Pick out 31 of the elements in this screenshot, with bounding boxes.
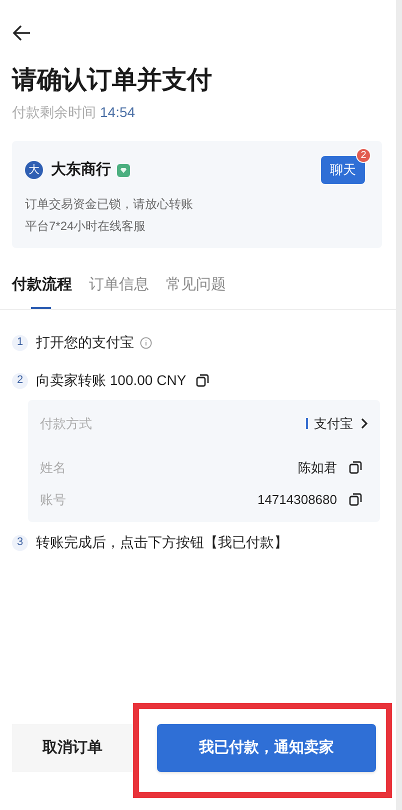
tab[interactable]: 付款流程 <box>12 274 72 308</box>
step-number: 3 <box>12 534 28 550</box>
tab[interactable]: 订单信息 <box>89 274 149 308</box>
merchant-avatar: 大 <box>25 161 43 179</box>
step-number: 1 <box>12 334 28 350</box>
timer-value: 14:54 <box>100 103 136 122</box>
detail-value: 陈如君 <box>298 458 337 477</box>
copy-icon[interactable] <box>349 461 362 474</box>
copy-icon[interactable] <box>349 493 362 506</box>
detail-label: 账号 <box>40 490 66 509</box>
page-title: 请确认订单并支付 <box>12 65 213 96</box>
step-number: 2 <box>12 372 28 388</box>
copy-icon[interactable] <box>196 374 210 387</box>
detail-value: 支付宝 <box>314 414 353 433</box>
step-text: 向卖家转账 100.00 CNY <box>36 371 186 390</box>
merchant-note: 订单交易资金已锁，请放心转账 <box>25 196 194 212</box>
back-arrow-icon[interactable] <box>12 24 32 42</box>
detail-label: 姓名 <box>40 458 66 477</box>
chevron-right-icon[interactable] <box>361 418 368 429</box>
confirm-payment-button[interactable]: 我已付款，通知卖家 <box>157 724 376 772</box>
step-text: 转账完成后，点击下方按钮【我已付款】 <box>36 533 288 552</box>
cancel-order-button[interactable]: 取消订单 <box>12 724 133 772</box>
step-text: 打开您的支付宝 <box>36 333 134 352</box>
detail-label: 付款方式 <box>40 414 92 433</box>
timer-label: 付款剩余时间 <box>12 103 96 122</box>
detail-value: 14714308680 <box>257 490 337 509</box>
merchant-name: 大东商行 <box>51 160 111 180</box>
unread-badge: 2 <box>356 148 371 163</box>
info-icon[interactable] <box>140 336 152 348</box>
merchant-note: 平台7*24小时在线客服 <box>25 218 147 234</box>
tab[interactable]: 常见问题 <box>166 274 226 308</box>
